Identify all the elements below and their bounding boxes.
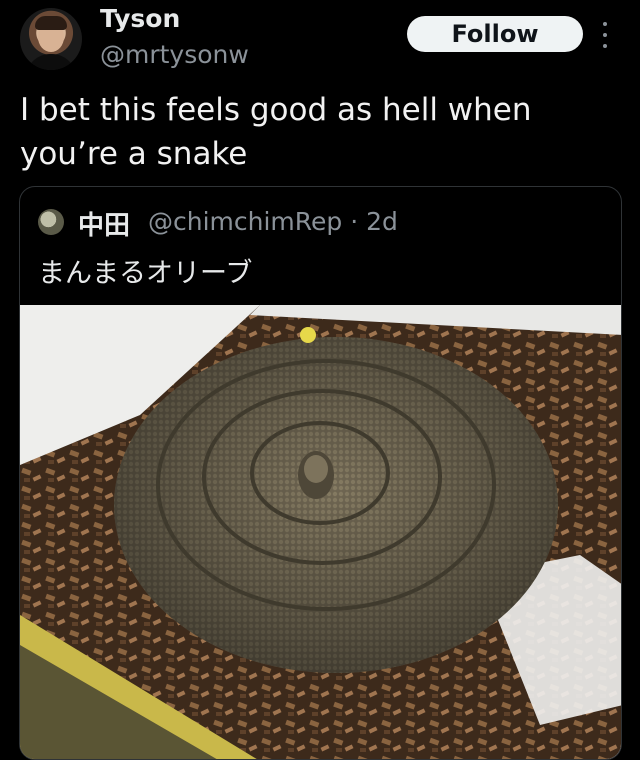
quoted-author-avatar[interactable] xyxy=(38,209,64,235)
more-dot xyxy=(603,44,607,48)
follow-button[interactable]: Follow xyxy=(407,16,583,52)
tweet-header: Tyson @mrtysonw Follow xyxy=(0,0,640,80)
more-dot xyxy=(603,22,607,26)
snake-photo-graphic xyxy=(20,305,621,759)
more-options-icon[interactable] xyxy=(595,18,615,52)
tweet-text-line-1: I bet this feels good as hell when xyxy=(20,92,532,128)
author-name[interactable]: Tyson xyxy=(100,4,180,33)
tweet-text-line-2: you’re a snake xyxy=(20,136,248,172)
author-handle[interactable]: @mrtysonw xyxy=(100,40,249,69)
quoted-tweet-text: まんまるオリーブ xyxy=(38,258,253,289)
quoted-tweet[interactable]: 中田 @chimchimRep · 2d まんまるオリーブ xyxy=(19,186,622,760)
tweet-text: I bet this feels good as hell when you’r… xyxy=(20,88,620,176)
author-avatar[interactable] xyxy=(20,8,82,70)
more-dot xyxy=(603,33,607,37)
quoted-author-handle-time: @chimchimRep · 2d xyxy=(148,207,398,236)
quoted-tweet-photo[interactable] xyxy=(20,305,621,759)
avatar-hair xyxy=(35,16,67,30)
quoted-author-name[interactable]: 中田 xyxy=(78,205,130,242)
avatar-shirt xyxy=(26,54,76,70)
